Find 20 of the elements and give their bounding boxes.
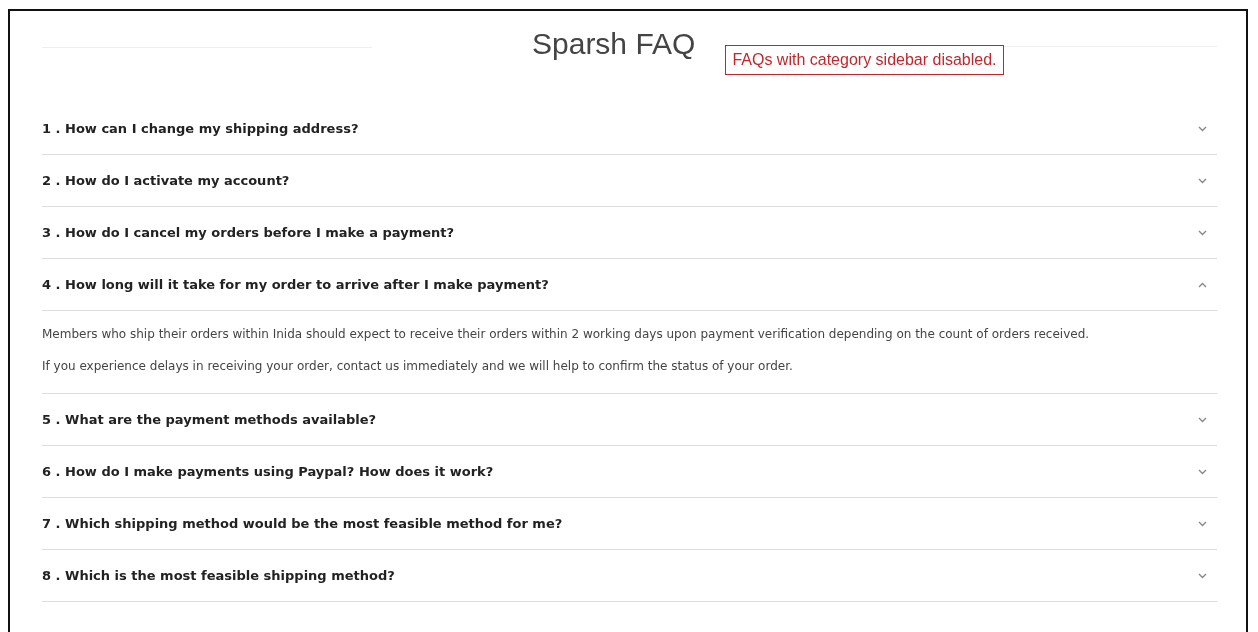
faq-question[interactable]: 7 . Which shipping method would be the most feasible method for me? — [42, 498, 1217, 549]
faq-question[interactable]: 2 . How do I activate my account? — [42, 155, 1217, 206]
faq-question[interactable]: 8 . Which is the most feasible shipping method? — [42, 550, 1217, 601]
chevron-down-icon — [1198, 572, 1207, 579]
chevron-down-icon — [1198, 177, 1207, 184]
chevron-down-icon — [1198, 416, 1207, 423]
answer-paragraph: Members who ship their orders within Inida should expect to receive their orders within 2 working days upon payment verification depending on the count of orders received. — [42, 326, 1091, 343]
chevron-down-icon — [1198, 468, 1207, 475]
annotation-label: FAQs with category sidebar disabled. — [725, 45, 1004, 75]
faq-question[interactable]: 5 . What are the payment methods available? — [42, 394, 1217, 445]
page-title: Sparsh FAQ — [532, 27, 696, 61]
faq-question[interactable]: 4 . How long will it take for my order to arrive after I make payment? — [42, 259, 1217, 310]
answer-paragraph: If you experience delays in receiving your order, contact us immediately and we will help to confirm the status of your order. — [42, 358, 794, 375]
faq-question[interactable]: 6 . How do I make payments using Paypal? How does it work? — [42, 446, 1217, 497]
chevron-down-icon — [1198, 125, 1207, 132]
faq-question[interactable]: 3 . How do I cancel my orders before I make a payment? — [42, 207, 1217, 258]
chevron-down-icon — [1198, 229, 1207, 236]
chevron-down-icon — [1198, 520, 1207, 527]
chevron-up-icon — [1198, 281, 1207, 288]
faq-question[interactable]: 1 . How can I change my shipping address? — [42, 103, 1217, 154]
